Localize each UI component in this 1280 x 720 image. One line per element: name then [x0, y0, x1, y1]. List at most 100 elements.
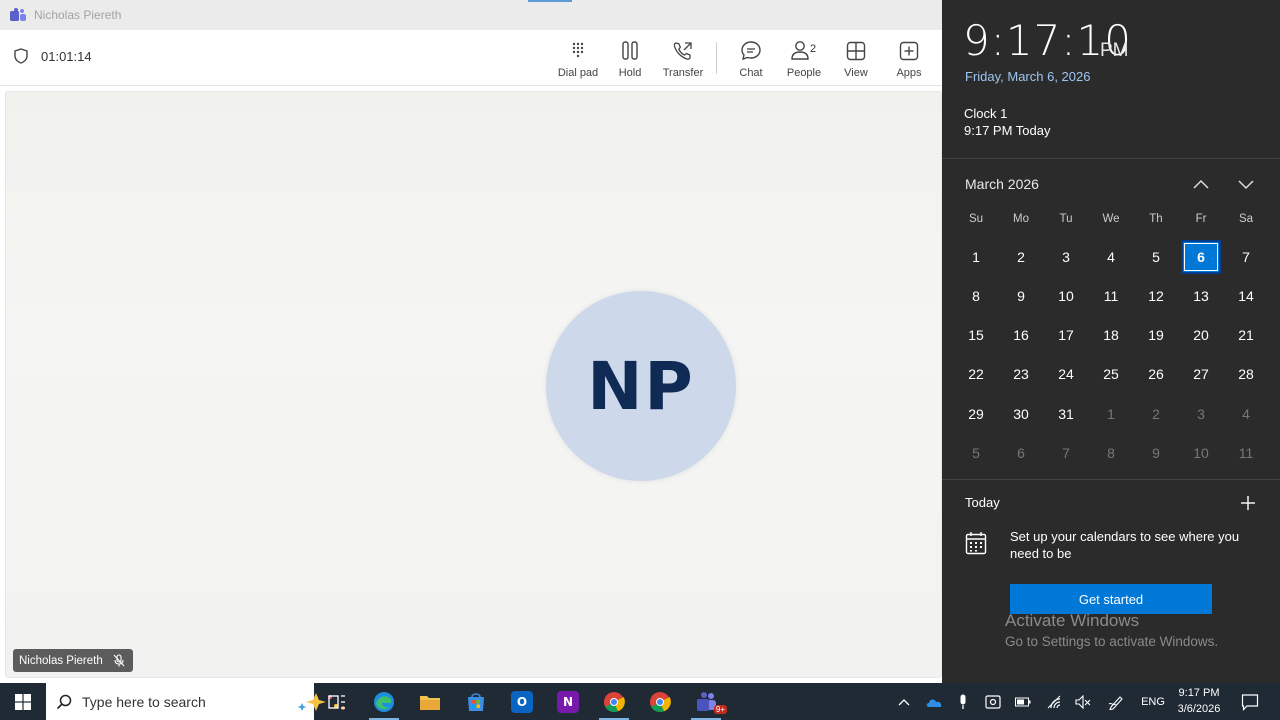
calendar-day[interactable]: 10 [1181, 436, 1221, 470]
flyout-separator [942, 479, 1280, 480]
calendar-day[interactable]: 1 [1091, 397, 1131, 431]
calendar-day[interactable]: 19 [1136, 318, 1176, 352]
calendar-day[interactable]: 11 [1226, 436, 1266, 470]
calendar-day[interactable]: 5 [956, 436, 996, 470]
show-hidden-icons-button[interactable] [894, 683, 914, 720]
hold-icon [622, 41, 638, 60]
calendar-day[interactable]: 10 [1046, 279, 1086, 313]
calendar-day[interactable]: 5 [1136, 240, 1176, 274]
calendar-day[interactable]: 4 [1091, 240, 1131, 274]
taskbar-store[interactable] [453, 683, 499, 720]
chevron-up-icon [898, 698, 910, 705]
calendar-day[interactable]: 15 [956, 318, 996, 352]
calendar-day[interactable]: 25 [1091, 357, 1131, 391]
calendar-day[interactable]: 13 [1181, 279, 1221, 313]
taskbar-chrome-profile[interactable] [591, 683, 637, 720]
calendar-day[interactable]: 14 [1226, 279, 1266, 313]
transfer-button[interactable]: Transfer [657, 40, 709, 80]
calendar-day[interactable]: 26 [1136, 357, 1176, 391]
dialpad-label: Dial pad [557, 67, 599, 79]
chat-button[interactable]: Chat [725, 40, 777, 80]
add-event-icon[interactable] [1239, 494, 1257, 512]
calendar-day[interactable]: 2 [1001, 240, 1041, 274]
task-view-button[interactable] [314, 683, 360, 720]
calendar-day[interactable]: 31 [1046, 397, 1086, 431]
taskbar-edge[interactable] [361, 683, 407, 720]
view-button[interactable]: View [830, 40, 882, 80]
pen-tray[interactable] [1104, 683, 1130, 720]
dialpad-button[interactable]: Dial pad [552, 40, 604, 80]
battery-tray[interactable] [1012, 683, 1034, 720]
microphone-tray[interactable] [952, 683, 974, 720]
taskbar-file-explorer[interactable] [407, 683, 453, 720]
calendar-day[interactable]: 1 [956, 240, 996, 274]
action-center-button[interactable] [1236, 683, 1264, 720]
calendar-day[interactable]: 30 [1001, 397, 1041, 431]
calendar-day[interactable]: 6 [1001, 436, 1041, 470]
onedrive-tray[interactable] [922, 683, 946, 720]
taskbar-clock[interactable]: 9:17 PM 3/6/2026 [1170, 685, 1228, 717]
apps-label: Apps [896, 67, 922, 79]
input-language-indicator[interactable]: ENG [1136, 683, 1170, 720]
wifi-tray[interactable] [1042, 683, 1066, 720]
get-started-button[interactable]: Get started [1010, 584, 1212, 614]
calendar-day[interactable]: 29 [956, 397, 996, 431]
calendar-day[interactable]: 21 [1226, 318, 1266, 352]
weekday-label: Fr [1195, 213, 1207, 225]
search-placeholder: Type here to search [82, 693, 206, 710]
meet-now-tray[interactable] [982, 683, 1004, 720]
clock-calendar-flyout: 9:17:10 PM Friday, March 6, 2026 Clock 1… [942, 0, 1280, 683]
hold-button[interactable]: Hold [604, 40, 656, 80]
flyout-date-link[interactable]: Friday, March 6, 2026 [965, 69, 1090, 84]
weekday-label: Mo [1013, 213, 1029, 225]
taskbar-outlook[interactable]: O [499, 683, 545, 720]
calendar-day[interactable]: 7 [1226, 240, 1266, 274]
taskbar-chrome[interactable] [637, 683, 683, 720]
calendar-day[interactable]: 28 [1226, 357, 1266, 391]
teams-app-icon [10, 8, 26, 21]
prev-month-button[interactable] [1190, 173, 1212, 195]
calendar-day[interactable]: 9 [1001, 279, 1041, 313]
calendar-day[interactable]: 4 [1226, 397, 1266, 431]
calendar-day[interactable]: 18 [1091, 318, 1131, 352]
calendar-day[interactable]: 3 [1181, 397, 1221, 431]
calendar-month-label[interactable]: March 2026 [965, 176, 1039, 192]
flyout-separator [942, 158, 1280, 159]
weekday-label: Su [968, 213, 984, 225]
calendar-day-today[interactable]: 6 [1181, 240, 1221, 274]
calendar-day[interactable]: 7 [1046, 436, 1086, 470]
calendar-day[interactable]: 12 [1136, 279, 1176, 313]
calendar-day[interactable]: 8 [956, 279, 996, 313]
calendar-day[interactable]: 16 [1001, 318, 1041, 352]
next-month-button[interactable] [1235, 173, 1257, 195]
taskbar-teams[interactable]: 9+ [683, 683, 729, 720]
start-button[interactable] [0, 683, 46, 720]
onenote-icon: N [557, 690, 579, 713]
taskbar-search-box[interactable]: Type here to search [46, 683, 345, 720]
calendar-day[interactable]: 2 [1136, 397, 1176, 431]
task-view-icon [328, 694, 345, 709]
search-icon [56, 694, 72, 709]
calendar-day[interactable]: 23 [1001, 357, 1041, 391]
calendar-day[interactable]: 8 [1091, 436, 1131, 470]
calendar-day[interactable]: 3 [1046, 240, 1086, 274]
calendar-day[interactable]: 9 [1136, 436, 1176, 470]
calendar-day[interactable]: 24 [1046, 357, 1086, 391]
weekday-label: Th [1149, 213, 1163, 225]
calendar-day[interactable]: 17 [1046, 318, 1086, 352]
people-label: People [786, 67, 822, 79]
microphone-icon [960, 694, 966, 709]
wifi-icon [1047, 695, 1061, 708]
activate-windows-subtitle: Go to Settings to activate Windows. [1005, 634, 1219, 649]
apps-button[interactable]: Apps [883, 40, 935, 80]
calendar-day[interactable]: 11 [1091, 279, 1131, 313]
people-button[interactable]: 2 People [778, 40, 830, 80]
calendar-day[interactable]: 20 [1181, 318, 1221, 352]
folder-icon [420, 695, 440, 710]
avatar-initials: NP [587, 347, 695, 425]
chrome-icon [604, 691, 625, 712]
volume-tray[interactable] [1072, 683, 1094, 720]
calendar-day[interactable]: 27 [1181, 357, 1221, 391]
taskbar-onenote[interactable]: N [545, 683, 591, 720]
calendar-day[interactable]: 22 [956, 357, 996, 391]
